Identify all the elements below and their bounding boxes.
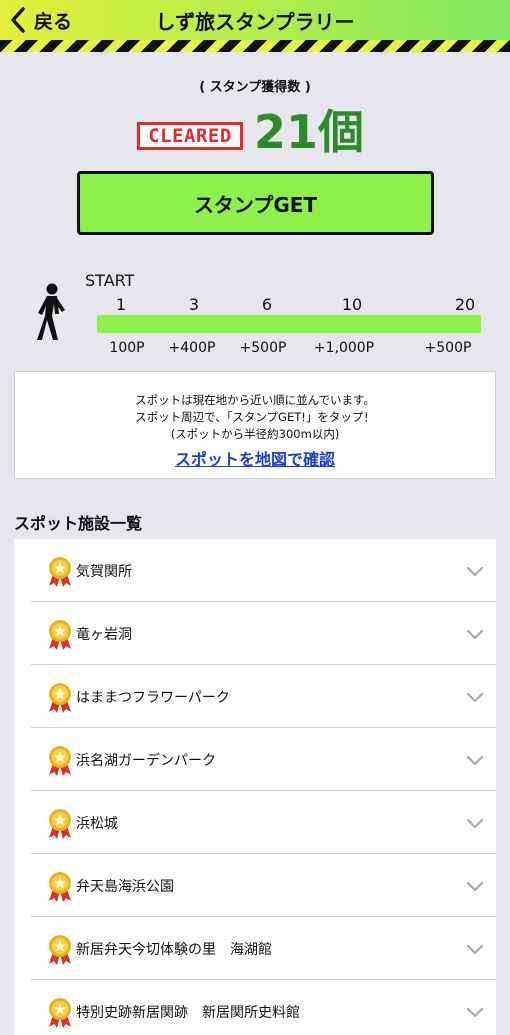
chevron-down-icon[interactable] xyxy=(466,629,484,641)
stamp-get-button[interactable]: スタンプGET xyxy=(77,171,434,235)
spot-row[interactable]: 気賀関所 xyxy=(31,539,496,602)
milestone-points: 100P xyxy=(109,340,145,356)
spot-name: 気賀関所 xyxy=(76,564,132,580)
gold-medal-icon xyxy=(49,620,71,650)
spot-row[interactable]: 弁天島海浜公園 xyxy=(31,854,496,917)
hazard-stripe xyxy=(0,40,510,52)
gold-medal-icon xyxy=(49,998,71,1028)
progress-start-label: START xyxy=(85,271,135,290)
milestone-label: 10 xyxy=(341,295,363,314)
gold-medal-icon xyxy=(49,935,71,965)
milestone-label: 20 xyxy=(454,295,476,314)
spot-row[interactable]: はままつフラワーパーク xyxy=(31,665,496,728)
gold-medal-icon xyxy=(49,683,71,713)
info-text: (スポットから半径約300m以内) xyxy=(170,427,340,441)
map-link[interactable]: スポットを地図で確認 xyxy=(175,446,335,470)
spot-name: 弁天島海浜公園 xyxy=(76,879,174,895)
spot-list-title: スポット施設一覧 xyxy=(14,514,143,533)
chevron-down-icon[interactable] xyxy=(466,881,484,893)
progress-bar xyxy=(97,315,481,333)
spot-name: 特別史跡新居関跡 新居関所史料館 xyxy=(76,1005,300,1021)
gold-medal-icon xyxy=(49,746,71,776)
chevron-down-icon[interactable] xyxy=(466,944,484,956)
spot-row[interactable]: 竜ヶ岩洞 xyxy=(31,602,496,665)
stamp-count-caption: ( スタンプ獲得数 ) xyxy=(199,80,311,95)
milestone-label: 3 xyxy=(188,295,200,314)
milestone-label: 1 xyxy=(115,295,127,314)
spot-name: 新居弁天今切体験の里 海湖館 xyxy=(76,942,272,958)
spot-name: 竜ヶ岩洞 xyxy=(76,627,132,643)
spot-name: 浜松城 xyxy=(76,816,118,832)
chevron-down-icon[interactable] xyxy=(466,818,484,830)
spot-name: はままつフラワーパーク xyxy=(76,690,230,706)
chevron-down-icon[interactable] xyxy=(466,1007,484,1019)
chevron-down-icon[interactable] xyxy=(466,755,484,767)
info-text: スポットは現在地から近い順に並んでいます。 xyxy=(135,393,375,407)
gold-medal-icon xyxy=(49,809,71,839)
chevron-down-icon[interactable] xyxy=(466,692,484,704)
milestone-points: +400P xyxy=(168,340,216,356)
stamp-count-value: 21個 xyxy=(254,105,365,159)
milestone-points: +500P xyxy=(239,340,287,356)
milestone-label: 6 xyxy=(261,295,273,314)
info-box: スポットは現在地から近い順に並んでいます。 スポット周辺で、「スタンプGET!」… xyxy=(14,371,496,479)
milestone-points: +1,000P xyxy=(313,340,375,356)
page-title: しず旅スタンプラリー xyxy=(155,10,355,34)
header-bar: 戻る しず旅スタンプラリー xyxy=(0,0,510,40)
spot-row[interactable]: 新居弁天今切体験の里 海湖館 xyxy=(31,917,496,980)
spot-row[interactable]: 浜名湖ガーデンパーク xyxy=(31,728,496,791)
info-text: スポット周辺で、「スタンプGET!」をタップ！ xyxy=(135,410,375,424)
milestone-points: +500P xyxy=(424,340,472,356)
spot-name: 浜名湖ガーデンパーク xyxy=(76,753,216,769)
spot-list: 気賀関所 竜ヶ岩洞 はままつフラワーパーク 浜名湖ガーデンパーク 浜松城 弁天島… xyxy=(14,539,496,1035)
spot-row[interactable]: 浜松城 xyxy=(31,791,496,854)
spot-row[interactable]: 特別史跡新居関跡 新居関所史料館 xyxy=(31,980,496,1035)
gold-medal-icon xyxy=(49,557,71,587)
walking-person-icon xyxy=(37,283,65,340)
chevron-down-icon[interactable] xyxy=(466,566,484,578)
gold-medal-icon xyxy=(49,872,71,902)
cleared-badge: CLEARED xyxy=(137,122,243,150)
